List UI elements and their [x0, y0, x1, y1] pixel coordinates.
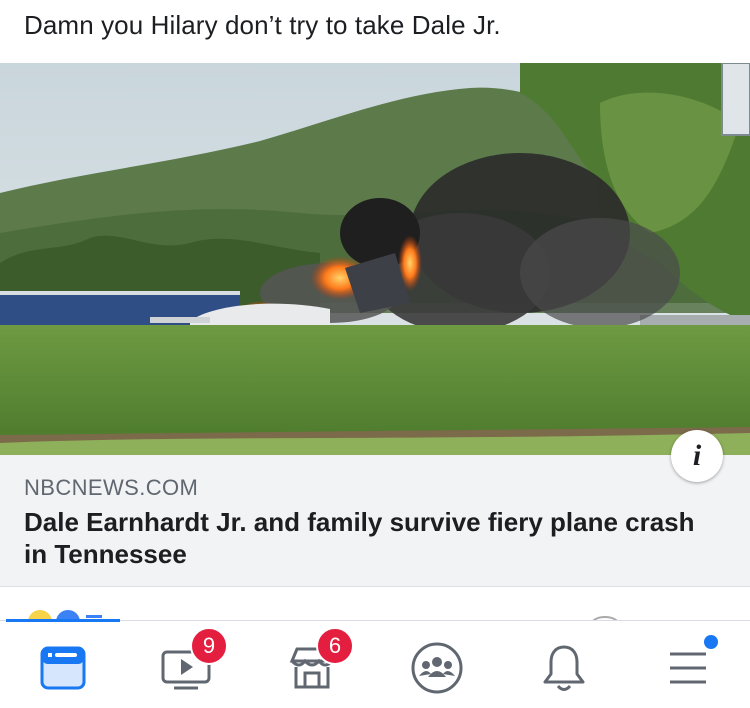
news-feed-icon — [40, 646, 86, 690]
link-domain: NBCNEWS.COM — [24, 475, 199, 500]
marketplace-badge: 6 — [316, 627, 354, 665]
tab-groups[interactable] — [406, 637, 468, 699]
link-headline[interactable]: Dale Earnhardt Jr. and family survive fi… — [24, 506, 704, 570]
info-button[interactable]: i — [671, 430, 723, 482]
bell-icon — [543, 645, 585, 691]
reaction-fragment — [86, 615, 102, 618]
reaction-icons[interactable] — [22, 606, 122, 620]
watch-badge: 9 — [190, 627, 228, 665]
menu-icon — [670, 652, 706, 684]
bottom-tab-bar: 9 6 — [0, 619, 750, 708]
active-tab-indicator — [6, 619, 120, 622]
tab-notifications[interactable] — [533, 637, 595, 699]
link-image-plane-crash[interactable] — [0, 63, 750, 455]
menu-notification-dot — [704, 635, 718, 649]
groups-icon — [411, 642, 463, 694]
post-text: Damn you Hilary don’t try to take Dale J… — [24, 10, 501, 40]
link-preview-card[interactable]: i NBCNEWS.COM Dale Earnhardt Jr. and fam… — [0, 63, 750, 587]
tab-news-feed[interactable] — [32, 637, 94, 699]
